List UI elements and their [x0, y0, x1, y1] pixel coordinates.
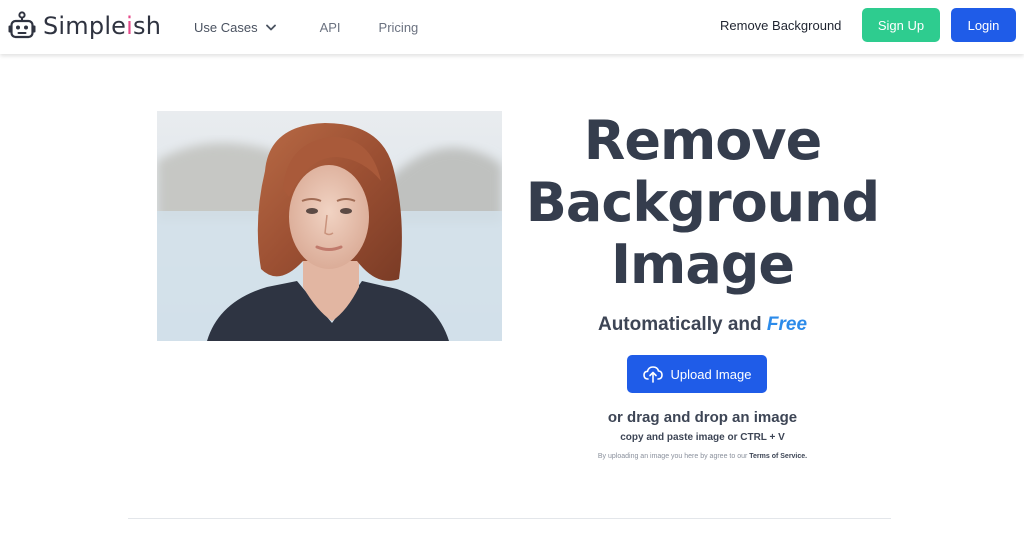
paste-hint-text: copy and paste image or CTRL + V	[620, 432, 785, 443]
logo-text: Simpleish	[43, 12, 162, 40]
remove-background-link[interactable]: Remove Background	[720, 18, 841, 33]
sign-up-button[interactable]: Sign Up	[862, 8, 940, 42]
top-navbar: Simpleish Use Cases API Pricing Remove B…	[0, 0, 1024, 54]
hero-title: Remove Background Image	[520, 110, 885, 296]
drag-drop-text: or drag and drop an image	[607, 409, 798, 426]
upload-image-button[interactable]: Upload Image	[627, 355, 767, 393]
nav-pricing[interactable]: Pricing	[379, 20, 419, 35]
login-button[interactable]: Login	[951, 8, 1016, 42]
hero-title-line-1: Remove	[583, 109, 822, 172]
terms-notice: By uploading an image you here by agree …	[597, 453, 808, 460]
nav-use-cases[interactable]: Use Cases	[194, 20, 276, 35]
logo[interactable]: Simpleish	[8, 9, 161, 43]
nav-use-cases-label: Use Cases	[194, 19, 258, 35]
nav-pricing-label: Pricing	[378, 19, 419, 35]
chevron-down-icon	[265, 24, 276, 30]
hero-subtitle: Automatically and Free	[597, 314, 808, 335]
free-accent: Free	[766, 314, 808, 335]
hero-title-line-3: Image	[610, 233, 795, 296]
nav-api-label: API	[319, 19, 341, 35]
nav-api[interactable]: API	[320, 20, 341, 35]
hero-portrait-image	[157, 111, 502, 341]
main-nav: Use Cases API Pricing	[194, 0, 418, 54]
upload-image-label: Upload Image	[670, 366, 752, 382]
terms-of-service-link[interactable]: Terms of Service.	[749, 453, 807, 460]
section-divider	[128, 518, 891, 519]
cloud-upload-icon	[642, 366, 663, 383]
robot-icon	[8, 11, 36, 39]
hero-title-line-2: Background	[525, 171, 880, 234]
